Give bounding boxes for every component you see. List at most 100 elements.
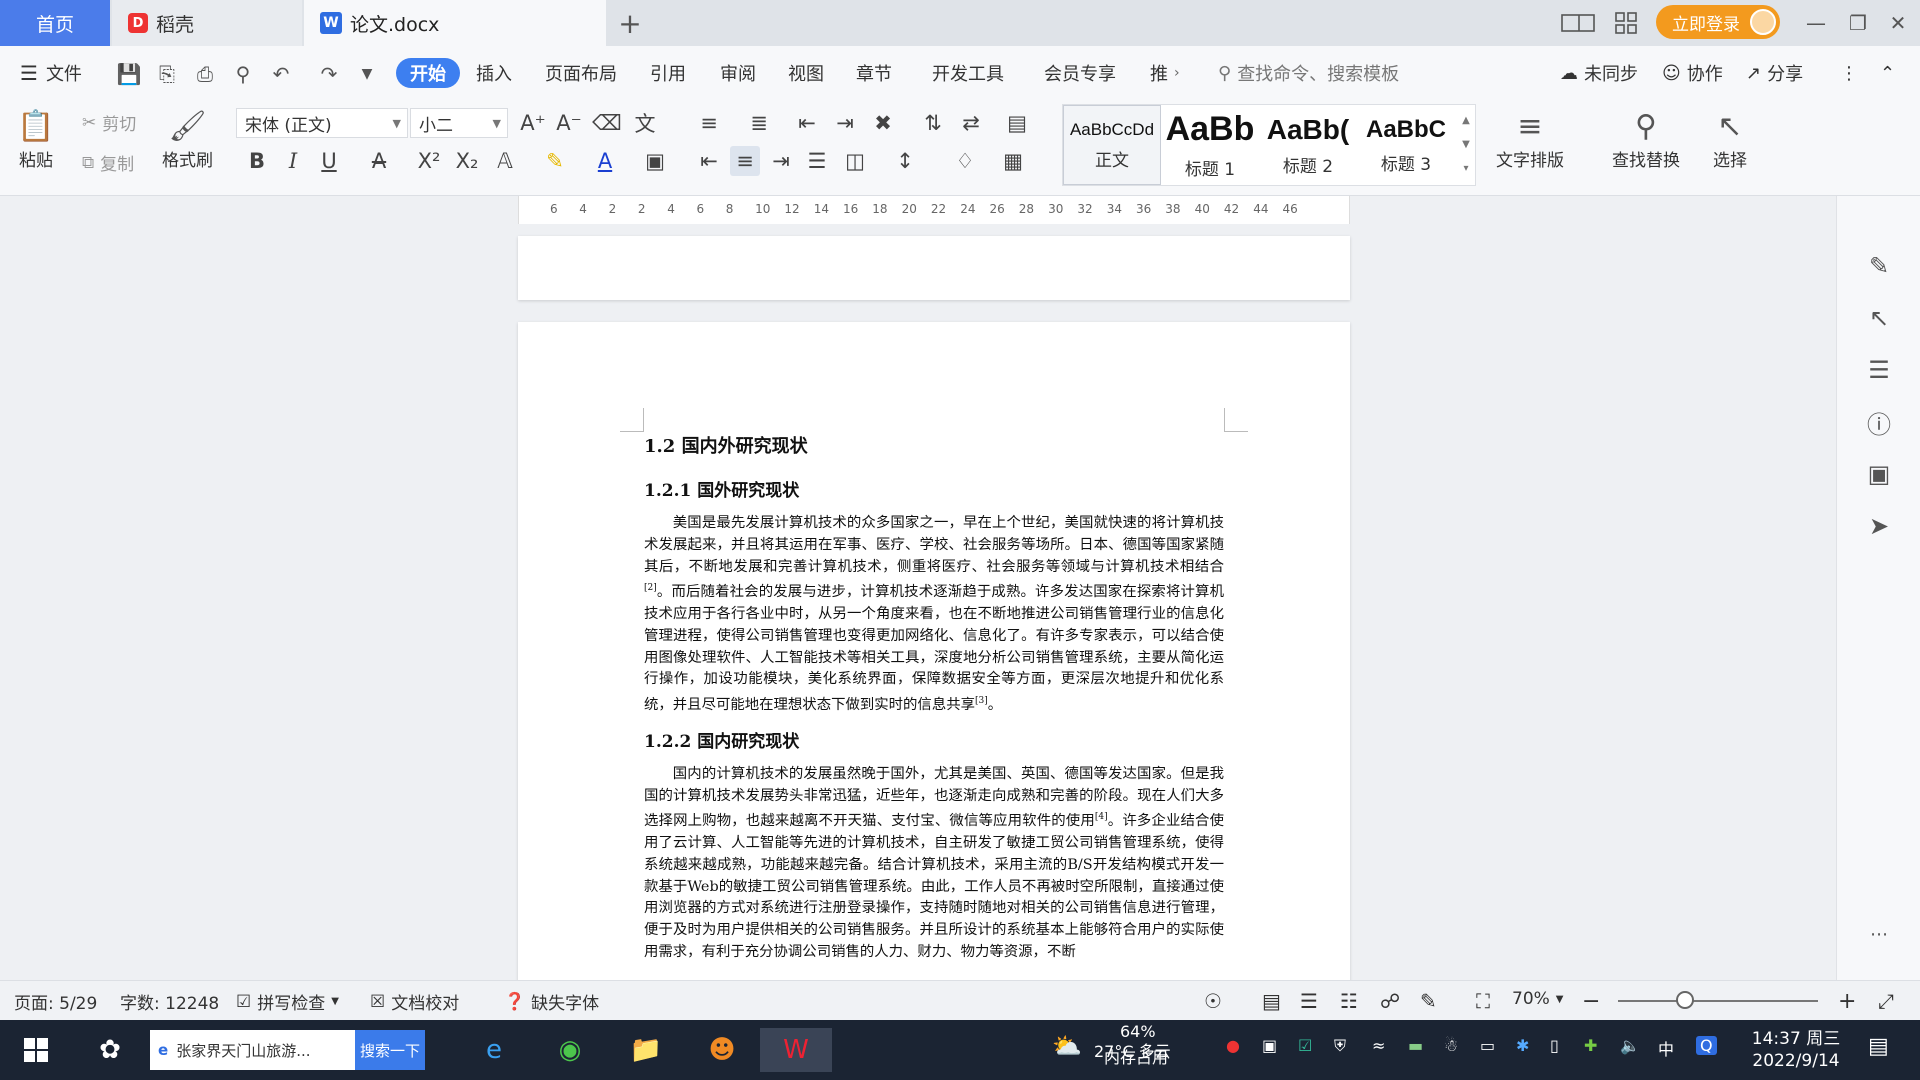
sync-button[interactable]: ☁ 未同步 [1560,58,1638,88]
weather-icon[interactable]: ⛅ [1052,1032,1082,1060]
italic-icon[interactable]: I [278,146,308,176]
zoom-select[interactable]: 70% ▼ [1512,989,1564,1009]
print-preview-icon[interactable]: ⚲ [230,61,256,87]
align-right-icon[interactable]: ⇥ [766,146,796,176]
underline-icon[interactable]: U [314,146,344,176]
tab-document[interactable]: W 论文.docx [304,0,606,46]
tab-view[interactable]: 视图 [788,58,824,88]
close-icon[interactable]: ✕ [1876,0,1920,46]
pen-edit-icon[interactable]: ✎ [1859,246,1899,286]
save-icon[interactable]: 💾 [116,61,142,87]
shrink-font-icon[interactable]: A⁻ [554,108,584,138]
web-view-icon[interactable]: ☍ [1380,989,1400,1013]
cut-button[interactable]: ✂ 剪切 [82,110,136,136]
tab-review[interactable]: 审阅 [720,58,756,88]
select-button[interactable]: ↖ 选择 [1712,106,1748,172]
file-explorer-icon[interactable]: 📁 [624,1028,668,1072]
wifi-icon[interactable]: ≈ [1372,1036,1385,1055]
restore-icon[interactable]: ❐ [1836,0,1880,46]
tray-shield-icon[interactable]: ⛨ [1334,1036,1346,1056]
tab-member[interactable]: 会员专享 [1044,58,1116,88]
style-normal[interactable]: AaBbCcDd 正文 [1063,105,1161,185]
tray-green-icon[interactable]: ✚ [1584,1036,1597,1055]
tab-reference[interactable]: 引用 [650,58,686,88]
zoom-out-icon[interactable]: − [1582,989,1600,1014]
app-grid-icon[interactable] [1604,0,1648,46]
fit-page-icon[interactable]: ⛶ [1476,989,1490,1013]
page-view-icon[interactable]: ▤ [1262,989,1281,1013]
tab-insert[interactable]: 插入 [476,58,512,88]
print-icon[interactable]: ⎙ [192,61,218,87]
tray-gpu-icon[interactable]: ▬ [1408,1036,1423,1055]
write-mode-icon[interactable]: ✎ [1420,989,1437,1013]
wps-writer-icon[interactable]: W [760,1028,832,1072]
usb-icon[interactable]: ▯ [1550,1036,1559,1055]
sort-icon[interactable]: ⇅ [918,108,948,138]
copy-button[interactable]: ⧉ 复制 [82,150,134,176]
help-icon[interactable]: ⓘ [1859,402,1899,442]
paste-button[interactable]: 📋 粘贴 [17,106,54,172]
undo-icon[interactable]: ↶ [268,61,294,87]
volume-icon[interactable]: 🔈 [1620,1036,1640,1055]
more-options-icon[interactable]: ⋯ [1859,914,1899,954]
windows-start-icon[interactable] [14,1028,58,1072]
layout-toggle-icon[interactable] [1556,0,1600,46]
tab-start[interactable]: 开始 [396,58,460,88]
tray-antivirus-icon[interactable]: ● [1226,1036,1240,1055]
line-spacing-icon[interactable]: ↕ [890,146,920,176]
strikethrough-icon[interactable]: A [364,146,394,176]
missing-font-button[interactable]: ❓ 缺失字体 [504,989,599,1015]
redo-icon[interactable]: ↷ [316,61,342,87]
justify-icon[interactable]: ☰ [802,146,832,176]
share-button[interactable]: ↗ 分享 [1746,58,1803,88]
shading-icon[interactable]: ♢ [950,146,980,176]
increase-indent-icon[interactable]: ⇥ [830,108,860,138]
bluetooth-icon[interactable]: ✱ [1516,1036,1529,1055]
image-settings-icon[interactable]: ▣ [1859,454,1899,494]
decrease-indent-icon[interactable]: ⇤ [792,108,822,138]
reading-view-icon[interactable]: ☷ [1340,989,1358,1013]
font-size-select[interactable]: 小二 ▼ [410,108,508,138]
align-center-icon[interactable]: ≡ [730,146,760,176]
spell-check-button[interactable]: ☑ 拼写检查 ▼ [236,989,339,1015]
style-heading-2[interactable]: AaBb( 标题 2 [1259,105,1357,185]
select-pointer-icon[interactable]: ↖ [1859,298,1899,338]
browser-360-icon[interactable]: ◉ [548,1028,592,1072]
text-effect-icon[interactable]: 𝔸 [490,146,520,176]
more-menu-icon[interactable]: ⋮ [1840,58,1858,88]
adjust-sliders-icon[interactable]: ☰ [1859,350,1899,390]
command-search[interactable]: ⚲ 查找命令、搜索模板 [1218,58,1399,88]
tray-security-icon[interactable]: ☑ [1298,1036,1312,1055]
zoom-slider-handle[interactable] [1676,991,1694,1009]
ie-browser-icon[interactable]: e [472,1028,516,1072]
navigation-icon[interactable]: ➤ [1859,506,1899,546]
collapse-ribbon-icon[interactable]: ⌃ [1880,58,1895,88]
tab-page-layout[interactable]: 页面布局 [545,58,617,88]
fullscreen-icon[interactable]: ⤢ [1878,989,1894,1013]
highlight-icon[interactable]: ✎ [540,146,570,176]
style-gallery-scroll[interactable]: ▲ ▼ ▾ [1457,109,1475,181]
zoom-in-icon[interactable]: + [1838,989,1856,1014]
find-replace-button[interactable]: ⚲ 查找替换 [1612,106,1680,172]
login-button[interactable]: 立即登录 [1656,5,1780,39]
document-body[interactable]: 1.2 国内外研究现状 1.2.1 国外研究现状 美国是最先发展计算机技术的众多… [644,432,1224,974]
style-heading-3[interactable]: AaBbC 标题 3 [1357,105,1455,185]
taskbar-search-button[interactable]: 搜索一下 [355,1030,425,1070]
battery-icon[interactable]: ▭ [1480,1036,1495,1055]
horizontal-ruler[interactable]: 6 4 2 2 4 6 8 10 12 14 16 18 20 22 24 26 28 30 32 34 36 38 40 4… [0,196,1920,224]
distribute-icon[interactable]: ◫ [840,146,870,176]
chevron-down-icon[interactable]: ▼ [354,61,380,87]
app-face-icon[interactable]: ☻ [700,1028,744,1072]
proofread-button[interactable]: ☒ 文档校对 [370,989,459,1015]
export-icon[interactable]: ⎘ [154,61,180,87]
qq-icon[interactable]: ☃ [1444,1036,1458,1055]
file-menu[interactable]: ☰ 文件 [20,58,82,88]
superscript-icon[interactable]: X² [414,146,444,176]
new-tab-button[interactable]: + [610,0,650,46]
text-layout-button[interactable]: ≡ 文字排版 [1496,106,1564,172]
eye-protect-icon[interactable]: ☉ [1204,989,1222,1013]
collab-button[interactable]: ☺ 协作 [1662,58,1723,88]
align-left-icon[interactable]: ⇤ [694,146,724,176]
format-painter-button[interactable]: 🖌 格式刷 [162,106,213,172]
word-count[interactable]: 字数: 12248 [120,989,219,1014]
